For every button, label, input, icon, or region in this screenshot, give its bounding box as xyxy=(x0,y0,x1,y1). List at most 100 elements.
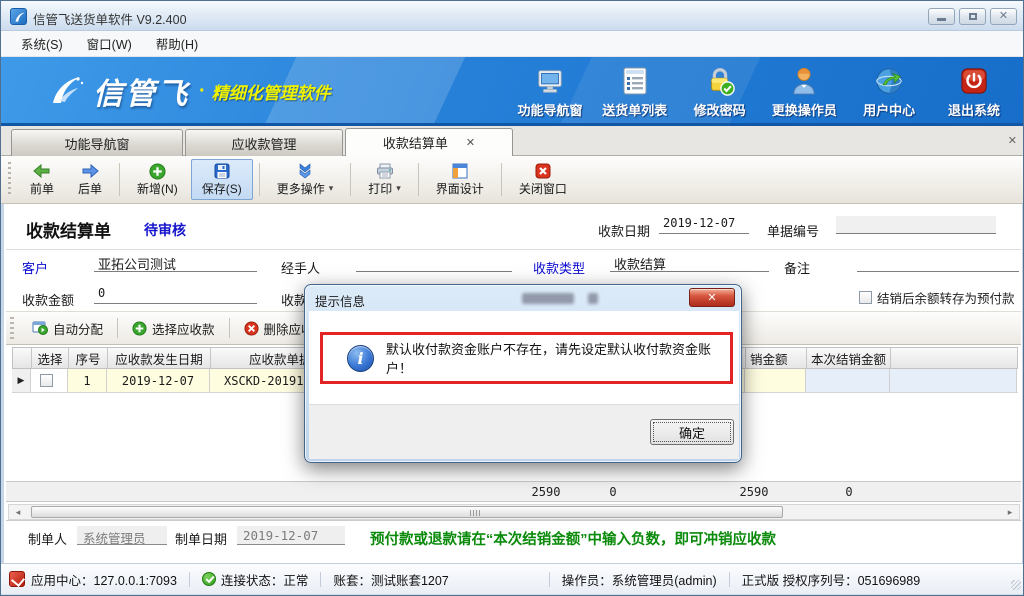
transfer-prepaid-checkbox[interactable]: 结销后余额转存为预付款 xyxy=(859,288,1015,307)
title-bar: 信管飞送货单软件 V9.2.400 ✕ xyxy=(1,1,1024,31)
receipt-type-field[interactable]: 收款结算 xyxy=(610,254,769,272)
glass-blur-artifact xyxy=(522,293,574,304)
make-date-field: 2019-12-07 xyxy=(237,526,345,545)
customer-label: 客户 xyxy=(22,258,48,277)
dropdown-caret-icon: ▾ xyxy=(396,183,401,194)
customer-field[interactable]: 亚拓公司测试 xyxy=(94,254,257,272)
row-blank-cell xyxy=(890,369,1017,392)
minimize-button[interactable] xyxy=(928,8,955,25)
check-circle-icon xyxy=(202,572,216,586)
grid-toolbar-separator xyxy=(117,318,118,338)
new-button[interactable]: 新增(N) xyxy=(126,159,189,200)
toolbar-separator xyxy=(119,163,120,196)
col-date[interactable]: 应收款发生日期 xyxy=(108,348,211,368)
receipt-date-field[interactable]: 2019-12-07 xyxy=(659,216,749,234)
app-logo-small-icon xyxy=(9,571,25,587)
restore-button[interactable] xyxy=(959,8,986,25)
separator-line xyxy=(6,249,1021,250)
auto-assign-button[interactable]: 自动分配 xyxy=(22,315,113,342)
maker-label: 制单人 xyxy=(28,529,67,548)
switch-operator-button[interactable]: 更换操作员 xyxy=(763,64,845,122)
status-separator xyxy=(320,572,321,587)
delivery-list-button[interactable]: 送货单列表 xyxy=(594,64,676,122)
menu-help[interactable]: 帮助(H) xyxy=(144,31,210,56)
dialog-message: 默认收付款资金账户不存在，请先设定默认收付款资金账户！ xyxy=(386,339,730,377)
row-settle-cell[interactable] xyxy=(806,369,890,392)
separator-line xyxy=(6,520,1021,521)
scrollbar-thumb[interactable] xyxy=(31,506,783,518)
col-seq[interactable]: 序号 xyxy=(69,348,108,368)
row-amount-cell xyxy=(745,369,806,392)
amount-field[interactable]: 0 xyxy=(94,286,257,304)
col-amount-partial[interactable]: 销金额 xyxy=(746,348,807,368)
col-blank xyxy=(891,348,1018,368)
power-icon xyxy=(960,64,988,98)
checkbox-icon xyxy=(859,291,872,304)
plus-circle-icon xyxy=(132,321,147,336)
col-settle-amount[interactable]: 本次结销金额 xyxy=(807,348,891,368)
printer-icon xyxy=(376,162,394,180)
menu-bar: 系统(S) 窗口(W) 帮助(H) xyxy=(1,31,1024,57)
dialog-body: i 默认收付款资金账户不存在，请先设定默认收付款资金账户！ xyxy=(309,311,739,404)
toolbar-separator xyxy=(350,163,351,196)
status-operator: 操作员：系统管理员(admin) xyxy=(562,570,717,589)
close-window-button[interactable]: 关闭窗口 xyxy=(508,159,578,200)
maker-field: 系统管理员 xyxy=(77,526,167,545)
scrollbar-grip xyxy=(470,510,482,516)
banner-toolbar: 功能导航窗 送货单列表 修改密码 更换操作员 xyxy=(509,64,1015,122)
scroll-left-icon[interactable]: ◂ xyxy=(11,507,25,517)
save-floppy-icon xyxy=(214,162,230,180)
remark-field[interactable] xyxy=(857,254,1019,272)
next-doc-button[interactable]: 后单 xyxy=(67,159,113,200)
list-icon xyxy=(621,64,649,98)
grid-toolbar-separator xyxy=(229,318,230,338)
more-actions-button[interactable]: 更多操作▾ xyxy=(266,159,345,200)
col-select[interactable]: 选择 xyxy=(32,348,69,368)
resize-grip xyxy=(1011,580,1021,590)
handler-field[interactable] xyxy=(356,254,512,272)
toolbar-separator xyxy=(501,163,502,196)
amount-label: 收款金额 xyxy=(22,290,74,309)
ui-design-button[interactable]: 界面设计 xyxy=(425,159,495,200)
horizontal-scrollbar[interactable]: ◂ ▸ xyxy=(8,504,1020,520)
brand-name: 信管飞 xyxy=(93,69,189,113)
hint-text: 预付款或退款请在“本次结销金额”中输入负数，即可冲销应收款 xyxy=(370,528,776,549)
arrow-right-icon xyxy=(81,162,99,180)
tab-receivables[interactable]: 应收款管理 xyxy=(185,129,343,156)
row-date-cell: 2019-12-07 xyxy=(107,369,210,392)
auto-assign-icon xyxy=(32,321,48,335)
plus-circle-icon xyxy=(149,162,166,180)
total-unsettled: 2590 xyxy=(719,485,789,499)
menu-window[interactable]: 窗口(W) xyxy=(75,31,144,56)
row-select-cell[interactable] xyxy=(31,369,68,392)
nav-window-button[interactable]: 功能导航窗 xyxy=(509,64,591,122)
status-separator xyxy=(729,572,730,587)
close-button[interactable]: ✕ xyxy=(990,8,1017,25)
doc-no-field[interactable] xyxy=(836,216,996,234)
ok-button[interactable]: 确定 xyxy=(650,419,734,445)
print-button[interactable]: 打印▾ xyxy=(357,159,412,200)
status-separator xyxy=(549,572,550,587)
menu-system[interactable]: 系统(S) xyxy=(9,31,75,56)
total-receivable: 2590 xyxy=(511,485,581,499)
prev-doc-button[interactable]: 前单 xyxy=(19,159,65,200)
select-receivable-button[interactable]: 选择应收款 xyxy=(122,315,225,342)
exit-system-button[interactable]: 退出系统 xyxy=(933,64,1015,122)
status-bar: 应用中心：127.0.0.1:7093 连接状态：正常 账套：测试账套1207 … xyxy=(1,563,1024,594)
dialog-close-button[interactable]: ✕ xyxy=(689,288,735,307)
tab-receipt-settlement[interactable]: 收款结算单 ✕ xyxy=(345,128,513,156)
globe-icon xyxy=(874,64,904,98)
row-seq-cell: 1 xyxy=(68,369,107,392)
user-center-button[interactable]: 用户中心 xyxy=(848,64,930,122)
monitor-icon xyxy=(535,64,565,98)
window-design-icon xyxy=(452,162,468,180)
brand-separator: · xyxy=(199,80,206,103)
tabbar-close-icon[interactable]: ✕ xyxy=(1008,134,1017,147)
tab-nav-window[interactable]: 功能导航窗 xyxy=(11,129,183,156)
scroll-right-icon[interactable]: ▸ xyxy=(1003,507,1017,517)
tab-close-icon[interactable]: ✕ xyxy=(466,136,475,149)
status-separator xyxy=(189,572,190,587)
change-password-button[interactable]: 修改密码 xyxy=(679,64,761,122)
save-button[interactable]: 保存(S) xyxy=(191,159,253,200)
form-toolbar: 前单 后单 新增(N) 保存(S) 更多操作▾ 打印▾ 界面设计 xyxy=(1,156,1024,204)
